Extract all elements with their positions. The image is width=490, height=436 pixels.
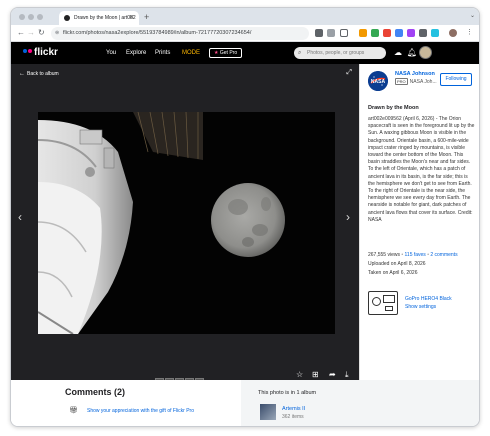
next-photo-arrow-icon[interactable]: › [346,210,350,224]
photo-stats: 267,555 views • 115 faves • 2 comments [368,252,458,258]
reader-icon[interactable] [327,29,335,37]
reload-icon[interactable]: ↻ [38,28,45,38]
share-icon[interactable]: ➦ [329,370,336,379]
lock-icon: ⊜ [55,30,60,36]
album-item-count: 362 items [282,414,304,420]
camera-name-link[interactable]: GoPro HERO4 Black [405,296,452,302]
pro-badge: PRO [395,78,408,85]
album-heading: This photo is in 1 album [258,390,317,396]
main-photo[interactable] [38,112,335,334]
pro-star-icon: ★ [214,50,219,56]
comments-panel: Comments (2) 🎁︎ Show your appreciation w… [11,380,241,426]
show-settings-link[interactable]: Show settings [405,304,436,310]
svg-text:NASA: NASA [371,79,386,85]
flickr-header: flickr You Explore Prints MODE ★ Get Pro… [11,42,479,64]
nasa-avatar[interactable]: NASA [368,71,388,91]
add-to-gallery-icon[interactable]: ⊞ [312,370,319,379]
previous-photo-arrow-icon[interactable]: ‹ [18,210,22,224]
maximize-window-dot[interactable] [37,14,43,20]
notifications-bell-icon[interactable]: 🔔︎ [406,47,418,59]
extension-icon[interactable] [371,29,379,37]
photo-filmstrip[interactable] [155,370,215,383]
extension-icon[interactable] [383,29,391,37]
bookmark-star-icon[interactable] [340,29,348,37]
search-input[interactable]: ⌕ Photos, people, or groups [294,47,386,59]
views-count: 267,555 views [368,252,400,258]
back-nav-icon[interactable]: ← [17,28,25,38]
tab-list-chevron-icon[interactable]: ⌄ [470,12,475,19]
download-icon[interactable]: ⤓ [345,370,349,380]
fullscreen-icon[interactable]: ⤢ [346,69,352,77]
owner-name[interactable]: NASA Johnson [395,71,435,77]
faves-link[interactable]: 115 faves [405,252,426,258]
extension-icon[interactable] [395,29,403,37]
orion-moon-image [38,112,335,334]
translate-icon[interactable] [315,29,323,37]
extension-icon[interactable] [431,29,439,37]
tab-bar: Drawn by the Moon | art002 ✕ + ⌄ [11,8,479,25]
album-name-link[interactable]: Artemis II [282,406,305,412]
nav-you[interactable]: You [106,42,116,64]
new-tab-icon[interactable]: + [144,11,149,23]
photo-title: Drawn by the Moon [368,105,419,111]
back-to-album-link[interactable]: ← Back to album [19,71,59,77]
extension-icon[interactable] [359,29,367,37]
extension-icon[interactable] [407,29,415,37]
photo-description: art002e009562 (April 6, 2026) - The Orio… [368,116,475,223]
forward-nav-icon[interactable]: → [27,28,35,38]
tab-title: Drawn by the Moon | art002 [74,15,136,21]
gift-icon: 🎁︎ [69,407,78,414]
back-arrow-icon: ← [19,71,25,77]
profile-avatar[interactable] [449,29,457,37]
nav-mode[interactable]: MODE [182,42,200,64]
get-pro-button[interactable]: ★ Get Pro [209,48,243,58]
search-icon: ⌕ [298,50,302,56]
nav-prints[interactable]: Prints [155,42,170,64]
photo-viewer: ← Back to album ⤢ ‹ › ☆ ⊞ ➦ ⤓ [11,64,359,383]
camera-icon [368,291,398,315]
upload-icon[interactable]: ☁ [392,47,404,59]
owner-subtitle: PRO NASA Joh... [395,78,437,85]
nasa-logo-icon: NASA [368,71,388,91]
url-field[interactable]: ⊜ flickr.com/photos/nasa2explore/5519378… [51,27,309,40]
flickr-logo[interactable]: flickr [23,46,58,60]
minimize-window-dot[interactable] [28,14,34,20]
uploaded-date: Uploaded on April 8, 2026 [368,261,426,267]
comments-link[interactable]: 2 comments [430,252,457,258]
user-avatar[interactable] [419,46,432,59]
browser-window: Drawn by the Moon | art002 ✕ + ⌄ ← → ↻ ⊜… [10,7,480,427]
taken-date[interactable]: Taken on April 6, 2026 [368,270,417,276]
url-text: flickr.com/photos/nasa2explore/551937849… [63,30,252,36]
comments-title: Comments (2) [65,387,126,397]
flickr-favicon-icon [64,15,70,21]
lower-section: Comments (2) 🎁︎ Show your appreciation w… [11,380,479,426]
photo-sidebar: NASA NASA Johnson PRO NASA Joh... Followi… [359,64,479,380]
gift-pro-link[interactable]: Show your appreciation with the gift of … [87,408,194,414]
tab-close-icon[interactable]: ✕ [129,11,134,25]
browser-tab[interactable]: Drawn by the Moon | art002 ✕ [59,11,139,25]
extension-icon[interactable] [419,29,427,37]
address-bar-row: ← → ↻ ⊜ flickr.com/photos/nasa2explore/5… [11,25,479,42]
nav-explore[interactable]: Explore [126,42,146,64]
fave-star-icon[interactable]: ☆ [296,370,303,379]
following-button[interactable]: Following [440,73,472,86]
close-window-dot[interactable] [19,14,25,20]
album-thumbnail[interactable] [260,404,276,420]
browser-menu-icon[interactable]: ⋮ [466,28,473,38]
